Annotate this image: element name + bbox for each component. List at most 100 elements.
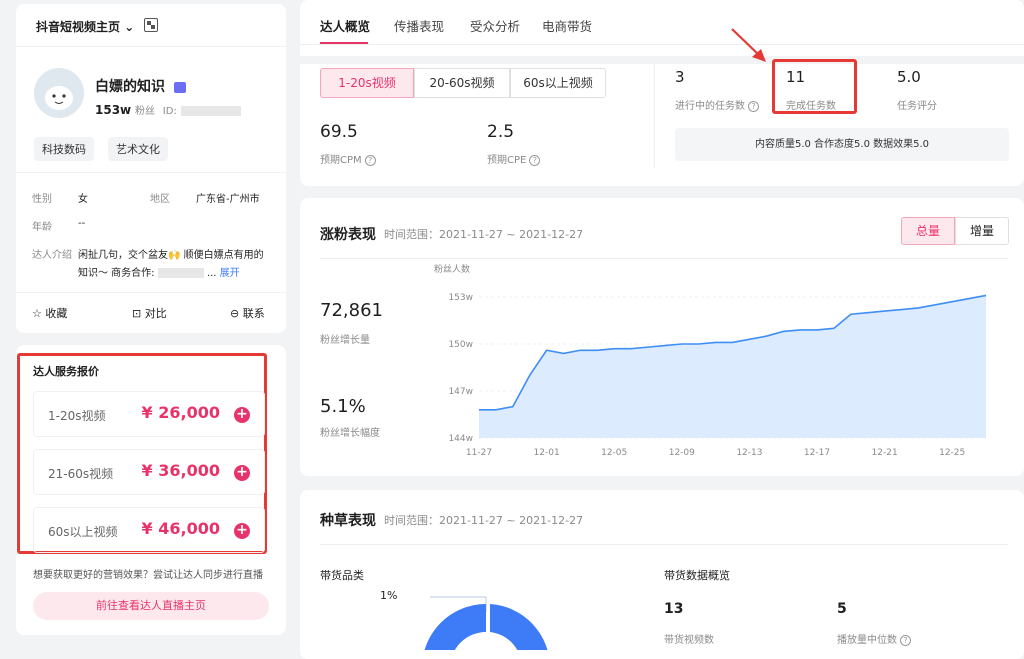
avatar	[34, 68, 84, 118]
price-label: 21-60s视频	[48, 467, 114, 481]
expand-link[interactable]: 展开	[220, 268, 240, 279]
y-tick-label: 144w	[448, 434, 473, 444]
growth-rate-value: 5.1%	[320, 396, 366, 417]
growth-range: 时间范围：2021-11-27 ~ 2021-12-27	[384, 228, 584, 241]
growth-stat-value: 72,861	[320, 300, 383, 321]
toggle-increment[interactable]: 增量	[955, 217, 1009, 245]
intro-text-line2: 知识～ 商务合作:	[78, 268, 155, 279]
region-value: 广东省-广州市	[196, 194, 260, 205]
favorite-label: 收藏	[45, 307, 68, 320]
growth-rate-label: 粉丝增长幅度	[320, 428, 380, 439]
live-page-button[interactable]: 前往查看达人直播主页	[33, 592, 269, 620]
growth-stat-label: 粉丝增长量	[320, 335, 370, 346]
platform-selector[interactable]: 抖音短视频主页 ⌄	[36, 18, 134, 35]
x-tick-label: 12-13	[736, 448, 762, 458]
contact-redacted	[157, 268, 204, 278]
price-label: 60s以上视频	[48, 525, 118, 539]
x-tick-label: 12-05	[601, 448, 627, 458]
price-row-2[interactable]: 60s以上视频 ¥ 46,000 +	[33, 507, 265, 553]
price-value: ¥ 36,000	[141, 461, 220, 480]
segment-60s-plus[interactable]: 60s以上视频	[510, 68, 606, 98]
sales-videos-label: 带货视频数	[664, 635, 714, 646]
x-tick-label: 12-01	[534, 448, 560, 458]
age-label: 年龄	[32, 222, 52, 233]
age-value: --	[78, 218, 86, 229]
growth-card: 涨粉表现 时间范围：2021-11-27 ~ 2021-12-27 总量 增量 …	[300, 198, 1024, 476]
seeding-card: 种草表现 时间范围：2021-11-27 ~ 2021-12-27 带货品类 1…	[300, 490, 1024, 659]
segment-20-60s[interactable]: 20-60s视频	[414, 68, 510, 98]
task-score-value: 5.0	[897, 68, 921, 86]
annotation-arrow	[731, 28, 766, 62]
add-plus-icon[interactable]: +	[234, 523, 250, 539]
price-row-1[interactable]: 21-60s视频 ¥ 36,000 +	[33, 449, 265, 495]
gender-value: 女	[78, 194, 88, 205]
followers-unit: 粉丝	[134, 106, 155, 117]
seeding-title: 种草表现	[320, 513, 376, 529]
tasks-in-progress-label: 进行中的任务数	[675, 101, 745, 112]
cpe-value: 2.5	[487, 122, 515, 142]
x-tick-label: 12-25	[939, 448, 965, 458]
cpm-value: 69.5	[320, 122, 358, 142]
price-row-0[interactable]: 1-20s视频 ¥ 26,000 +	[33, 391, 265, 437]
x-tick-label: 12-17	[804, 448, 830, 458]
segment-1-20s[interactable]: 1-20s视频	[320, 68, 414, 98]
chat-icon: ⊖	[230, 307, 240, 320]
median-views-label: 播放量中位数	[837, 635, 897, 646]
contact-label: 联系	[242, 307, 265, 320]
qr-code-icon[interactable]	[144, 18, 158, 32]
help-icon[interactable]: ?	[529, 154, 541, 166]
tag-0: 科技数码	[34, 137, 94, 161]
cpm-label: 预期CPM	[320, 155, 362, 166]
help-icon[interactable]: ?	[364, 154, 376, 166]
followers-count: 153w	[95, 103, 132, 117]
area-fill	[479, 295, 986, 438]
help-icon[interactable]: ?	[900, 634, 911, 646]
tasks-done-highlight-frame	[772, 59, 857, 114]
intro-label: 达人介绍	[32, 250, 72, 261]
tasks-in-progress-value: 3	[675, 68, 685, 86]
task-score-label: 任务评分	[897, 101, 937, 112]
toggle-total[interactable]: 总量	[901, 217, 955, 245]
sales-overview-label: 带货数据概览	[664, 569, 730, 582]
add-plus-icon[interactable]: +	[234, 407, 250, 423]
quality-summary: 内容质量5.0 合作态度5.0 数据效果5.0	[675, 128, 1009, 161]
platform-label: 抖音短视频主页	[36, 20, 121, 34]
id-redacted	[180, 105, 241, 116]
tab-ecommerce[interactable]: 电商带货	[542, 16, 592, 35]
compare-label: 对比	[144, 307, 167, 320]
help-icon[interactable]: ?	[748, 100, 759, 112]
tab-spread[interactable]: 传播表现	[394, 16, 444, 35]
category-pct: 1%	[380, 589, 398, 602]
tab-overview[interactable]: 达人概览	[320, 16, 370, 35]
seeding-range: 时间范围：2021-11-27 ~ 2021-12-27	[384, 514, 584, 527]
profile-card: 抖音短视频主页 ⌄ 白嫖的知识 153w 粉丝 ID: 科技数码 艺术文化 性别…	[16, 4, 286, 333]
y-tick-label: 150w	[448, 340, 473, 350]
x-tick-label: 12-09	[669, 448, 695, 458]
id-label: ID:	[162, 106, 177, 117]
favorite-button[interactable]: ☆ 收藏	[32, 305, 67, 321]
growth-title: 涨粉表现	[320, 227, 376, 243]
follower-area-chart: 粉丝人数 153w 150w 147w 144w 11-27 12-01 12-05 12-09…	[434, 263, 987, 458]
tab-audience[interactable]: 受众分析	[470, 16, 520, 35]
price-value: ¥ 46,000	[141, 519, 220, 538]
gender-label: 性别	[32, 194, 52, 205]
category-label: 带货品类	[320, 569, 364, 582]
sales-videos-value: 13	[664, 601, 684, 617]
star-icon: ☆	[32, 307, 42, 320]
creator-name: 白嫖的知识	[95, 79, 165, 95]
verified-badge-icon	[173, 81, 186, 93]
add-plus-icon[interactable]: +	[234, 465, 250, 481]
compare-button[interactable]: ⊡ 对比	[132, 305, 167, 321]
price-value: ¥ 26,000	[141, 403, 220, 422]
median-views-value: 5	[837, 601, 847, 617]
compare-icon: ⊡	[132, 307, 142, 320]
chevron-down-icon: ⌄	[124, 20, 135, 34]
region-label: 地区	[150, 194, 170, 205]
tag-1: 艺术文化	[108, 137, 168, 161]
intro-text-line1: 闲扯几句，交个盆友🙌 顺便白嫖点有用的	[78, 250, 264, 261]
contact-button[interactable]: ⊖ 联系	[230, 305, 265, 321]
category-donut	[424, 596, 548, 650]
x-tick-label: 12-21	[872, 448, 898, 458]
y-tick-label: 153w	[448, 293, 473, 303]
cpe-label: 预期CPE	[487, 155, 527, 166]
